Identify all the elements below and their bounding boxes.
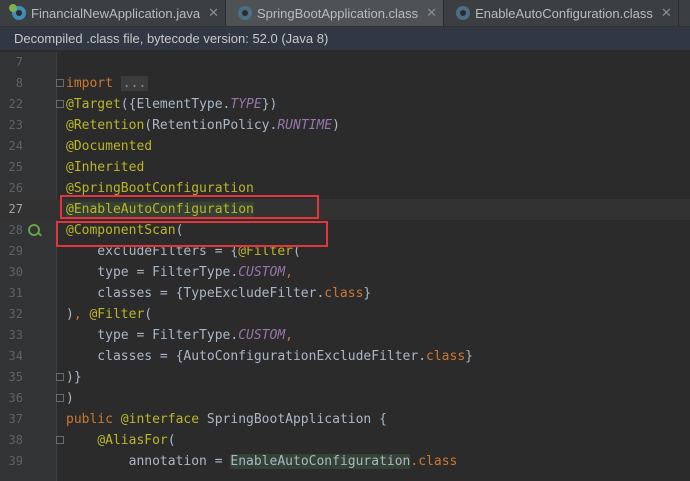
code-line: 30 type = FilterType.CUSTOM, [0, 262, 690, 283]
code-line: 8 import ... [0, 73, 690, 94]
code-line: 25 @Inherited [0, 157, 690, 178]
code-line: 39 annotation = EnableAutoConfiguration.… [0, 451, 690, 472]
line-number: 32 [8, 307, 23, 321]
line-number: 7 [15, 55, 23, 69]
line-number: 29 [8, 244, 23, 258]
editor-tab-bar: FinancialNewApplication.java ✕ SpringBoo… [0, 0, 690, 27]
code-line: 7 [0, 52, 690, 73]
tab-spring-boot-application[interactable]: SpringBootApplication.class ✕ [226, 0, 445, 26]
line-number: 31 [8, 286, 23, 300]
line-number: 34 [8, 349, 23, 363]
line-number: 25 [8, 160, 23, 174]
fold-icon[interactable] [56, 394, 64, 402]
java-class-icon [9, 4, 26, 20]
line-number: 37 [8, 412, 23, 426]
tab-enable-auto-configuration[interactable]: EnableAutoConfiguration.class ✕ [444, 0, 679, 26]
code-line: 33 type = FilterType.CUSTOM, [0, 325, 690, 346]
code-editor[interactable]: 7 8 import ... 22 @Target({ElementType.T… [0, 52, 690, 472]
code-line: 38 @AliasFor( [0, 430, 690, 451]
highlight-box-enable-auto-configuration [56, 221, 328, 247]
fold-icon[interactable] [56, 100, 64, 108]
tab-overflow[interactable]: A [679, 0, 690, 26]
close-icon[interactable]: ✕ [208, 5, 219, 21]
line-number: 36 [8, 391, 23, 405]
decompiled-info-banner: Decompiled .class file, bytecode version… [0, 27, 690, 51]
line-number: 39 [8, 454, 23, 468]
close-icon[interactable]: ✕ [426, 5, 437, 21]
close-icon[interactable]: ✕ [661, 5, 672, 21]
line-number: 33 [8, 328, 23, 342]
highlight-box-spring-boot-configuration [60, 195, 319, 219]
tab-label: SpringBootApplication.class [257, 5, 419, 21]
import-keyword: import [66, 76, 113, 91]
tab-label: FinancialNewApplication.java [31, 5, 201, 21]
class-file-icon [238, 6, 252, 20]
fold-expand-icon[interactable] [56, 79, 64, 87]
line-number: 27 [8, 202, 23, 216]
line-number: 23 [8, 118, 23, 132]
code-line: 37 public @interface SpringBootApplicati… [0, 409, 690, 430]
line-number: 28 [8, 223, 23, 237]
code-line: 23 @Retention(RetentionPolicy.RUNTIME) [0, 115, 690, 136]
code-line: 32 ), @Filter( [0, 304, 690, 325]
tab-financial-new-application[interactable]: FinancialNewApplication.java ✕ [0, 0, 226, 26]
line-number: 22 [8, 97, 23, 111]
line-number: 24 [8, 139, 23, 153]
tab-label: EnableAutoConfiguration.class [475, 5, 653, 21]
code-line: 34 classes = {AutoConfigurationExcludeFi… [0, 346, 690, 367]
line-number: 26 [8, 181, 23, 195]
code-line: 22 @Target({ElementType.TYPE}) [0, 94, 690, 115]
line-number: 30 [8, 265, 23, 279]
folded-imports[interactable]: ... [120, 76, 149, 91]
line-number: 8 [15, 76, 23, 90]
code-line: 35 )} [0, 367, 690, 388]
line-number: 38 [8, 433, 23, 447]
class-file-icon [456, 6, 471, 20]
code-line: 36 ) [0, 388, 690, 409]
line-number: 35 [8, 370, 23, 384]
find-usages-icon[interactable] [28, 224, 40, 236]
code-line: 24 @Documented [0, 136, 690, 157]
code-line: 31 classes = {TypeExcludeFilter.class} [0, 283, 690, 304]
fold-icon[interactable] [56, 436, 64, 444]
fold-icon[interactable] [56, 373, 64, 381]
